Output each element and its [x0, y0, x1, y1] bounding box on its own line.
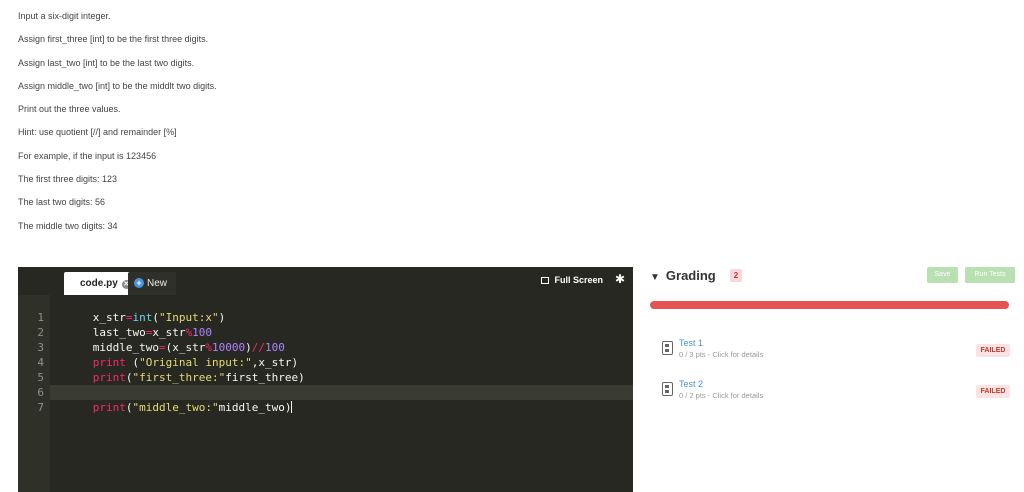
instruction-line: The first three digits: 123	[18, 174, 118, 185]
save-button[interactable]: Save	[927, 267, 958, 283]
test-name[interactable]: Test 1	[679, 338, 703, 348]
test-detail: 0 / 3 pts - Click for details	[679, 350, 764, 359]
code-area[interactable]: 1 x_str=int("Input:x") 2 last_two=x_str%10…	[37, 295, 633, 492]
full-screen-label: Full Screen	[554, 275, 603, 285]
gear-icon[interactable]: ✱	[615, 272, 625, 286]
instruction-line: For example, if the input is 123456	[18, 150, 157, 161]
code-line: 5 print("first_three:"first_three)	[37, 355, 633, 384]
line-number: 7	[37, 401, 44, 414]
line-number: 1	[37, 311, 44, 324]
test-item-2[interactable]: Test 2 0 / 2 pts - Click for details FAI…	[660, 379, 1010, 407]
grading-header[interactable]: ▼ Grading	[650, 268, 716, 283]
line-number: 4	[37, 356, 44, 369]
code-line: 2 last_two=x_str%100	[37, 310, 633, 339]
code-line: 3 middle_two=(x_str%10000)//100	[37, 325, 633, 354]
code-line: 4 print ("Original input:",x_str)	[37, 340, 633, 369]
line-number: 5	[37, 371, 44, 384]
line-number: 3	[37, 341, 44, 354]
instruction-line: Assign first_three [int] to be the first…	[18, 34, 209, 45]
editor-toolbar: code.py ✕ + New Full Screen ✱	[18, 267, 633, 295]
new-file-button[interactable]: + New	[128, 272, 176, 295]
code-editor: code.py ✕ + New Full Screen ✱ 1 x_str=int("…	[18, 267, 633, 492]
instruction-line: Hint: use quotient [//] and remainder [%…	[18, 127, 177, 138]
full-screen-button[interactable]: Full Screen	[541, 275, 603, 285]
plus-icon: +	[134, 278, 144, 288]
test-name[interactable]: Test 2	[679, 379, 703, 389]
status-badge: FAILED	[976, 385, 1010, 398]
code-line-active: 7 print("middle_two:"middle_two)	[37, 385, 633, 414]
new-tab-label: New	[147, 278, 168, 289]
status-badge: FAILED	[976, 344, 1010, 357]
code-line: 6print("last_two:"last_two)	[37, 370, 633, 399]
test-file-icon	[662, 341, 673, 355]
run-tests-button[interactable]: Run Tests	[965, 267, 1015, 283]
test-file-icon	[662, 382, 673, 396]
instruction-line: Print out the three values.	[18, 104, 121, 115]
text-cursor	[291, 401, 293, 413]
instructions: Input a six-digit integer. Assign first_…	[18, 6, 618, 239]
chevron-down-icon: ▼	[650, 272, 660, 283]
instruction-line: Assign last_two [int] to be the last two…	[18, 57, 195, 68]
grading-title: Grading	[665, 268, 716, 283]
fullscreen-icon	[541, 277, 550, 284]
line-number: 6	[37, 386, 44, 399]
instruction-line: The last two digits: 56	[18, 197, 106, 208]
file-tab-label: code.py	[80, 278, 118, 289]
test-item-1[interactable]: Test 1 0 / 3 pts - Click for details FAI…	[660, 338, 1010, 366]
test-detail: 0 / 2 pts - Click for details	[679, 391, 764, 400]
failed-count-badge: 2	[730, 269, 742, 282]
code-line: 1 x_str=int("Input:x")	[37, 295, 633, 324]
instruction-line: Input a six-digit integer.	[18, 11, 111, 21]
code-text: print("middle_two:"middle_two)	[92, 401, 293, 414]
instruction-line: Assign middle_two [int] to be the middlt…	[18, 80, 217, 91]
grading-progress-bar	[650, 301, 1009, 309]
line-number: 2	[37, 326, 44, 339]
instruction-line: The middle two digits: 34	[18, 220, 118, 231]
